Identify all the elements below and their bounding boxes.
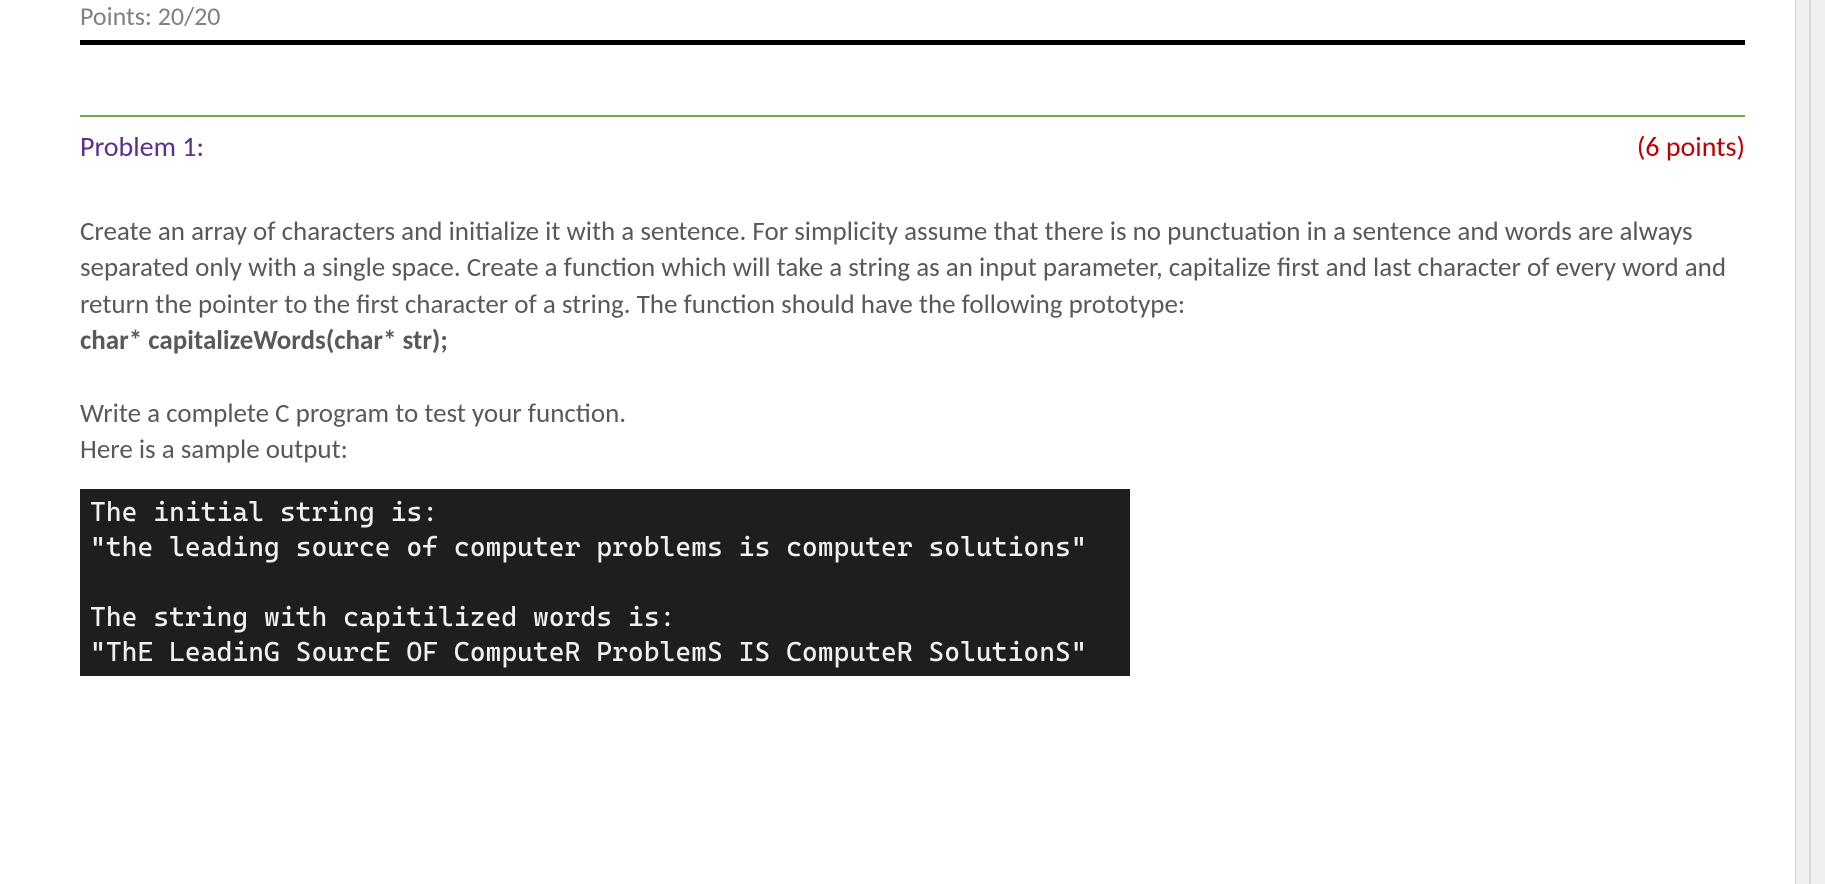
document-page: Points: 20/20 Problem 1: (6 points) Crea…: [0, 0, 1825, 716]
problem-points: (6 points): [1637, 129, 1745, 164]
function-prototype: char* capitalizeWords(char* str);: [80, 323, 1745, 359]
scrollbar-track[interactable]: [1795, 0, 1825, 884]
problem-title: Problem 1:: [80, 129, 204, 164]
problem-description-2: Write a complete C program to test your …: [80, 396, 1745, 432]
scrollbar-edge: [1809, 0, 1811, 884]
problem-description-3: Here is a sample output:: [80, 432, 1745, 468]
section-divider-thick: [80, 40, 1745, 45]
section-divider-green: [80, 115, 1745, 117]
points-header: Points: 20/20: [80, 0, 1745, 32]
terminal-output: The initial string is: "the leading sour…: [80, 489, 1130, 676]
problem-header-row: Problem 1: (6 points): [80, 129, 1745, 164]
problem-description-1: Create an array of characters and initia…: [80, 214, 1745, 323]
problem-body: Create an array of characters and initia…: [80, 214, 1745, 676]
